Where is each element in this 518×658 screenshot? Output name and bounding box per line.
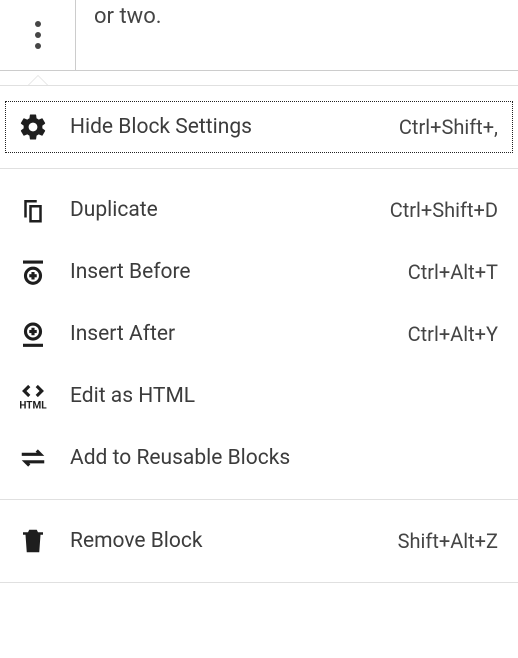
- more-vertical-icon: [35, 21, 41, 49]
- block-more-options-button[interactable]: [0, 0, 76, 70]
- svg-text:HTML: HTML: [19, 401, 47, 412]
- menu-item-label: Duplicate: [70, 198, 390, 222]
- menu-item-label: Remove Block: [70, 529, 398, 553]
- menu-item-shortcut: Shift+Alt+Z: [398, 529, 498, 553]
- block-options-menu: Hide Block SettingsCtrl+Shift+, Duplicate…: [0, 85, 518, 583]
- menu-item-label: Edit as HTML: [70, 384, 498, 408]
- menu-item-duplicate[interactable]: DuplicateCtrl+Shift+D: [0, 179, 518, 241]
- duplicate-icon: [12, 195, 54, 225]
- menu-item-shortcut: Ctrl+Alt+Y: [408, 322, 498, 346]
- menu-item-label: Insert After: [70, 322, 408, 346]
- menu-group: Remove BlockShift+Alt+Z: [0, 500, 518, 583]
- menu-item-shortcut: Ctrl+Shift+,: [399, 115, 498, 139]
- menu-item-edit-html[interactable]: HTML Edit as HTML: [0, 365, 518, 427]
- reusable-icon: [12, 443, 54, 473]
- gear-icon: [12, 112, 54, 142]
- menu-group: Hide Block SettingsCtrl+Shift+,: [0, 85, 518, 169]
- menu-group: DuplicateCtrl+Shift+DInsert BeforeCtrl+A…: [0, 169, 518, 500]
- insert-before-icon: [12, 257, 54, 287]
- menu-item-label: Insert Before: [70, 260, 408, 284]
- menu-item-add-reusable[interactable]: Add to Reusable Blocks: [0, 427, 518, 489]
- menu-item-label: Hide Block Settings: [70, 115, 399, 139]
- html-icon: HTML: [12, 381, 54, 411]
- popover-arrow: [28, 75, 48, 85]
- trash-icon: [12, 526, 54, 556]
- menu-item-shortcut: Ctrl+Shift+D: [390, 198, 498, 222]
- menu-item-label: Add to Reusable Blocks: [70, 446, 498, 470]
- menu-item-shortcut: Ctrl+Alt+T: [408, 260, 498, 284]
- editor-paragraph-text[interactable]: or two.: [76, 0, 518, 70]
- menu-item-hide-settings[interactable]: Hide Block SettingsCtrl+Shift+,: [0, 96, 518, 158]
- insert-after-icon: [12, 319, 54, 349]
- editor-toolbar-fragment: or two.: [0, 0, 518, 71]
- menu-item-remove-block[interactable]: Remove BlockShift+Alt+Z: [0, 510, 518, 572]
- menu-item-insert-before[interactable]: Insert BeforeCtrl+Alt+T: [0, 241, 518, 303]
- menu-item-insert-after[interactable]: Insert AfterCtrl+Alt+Y: [0, 303, 518, 365]
